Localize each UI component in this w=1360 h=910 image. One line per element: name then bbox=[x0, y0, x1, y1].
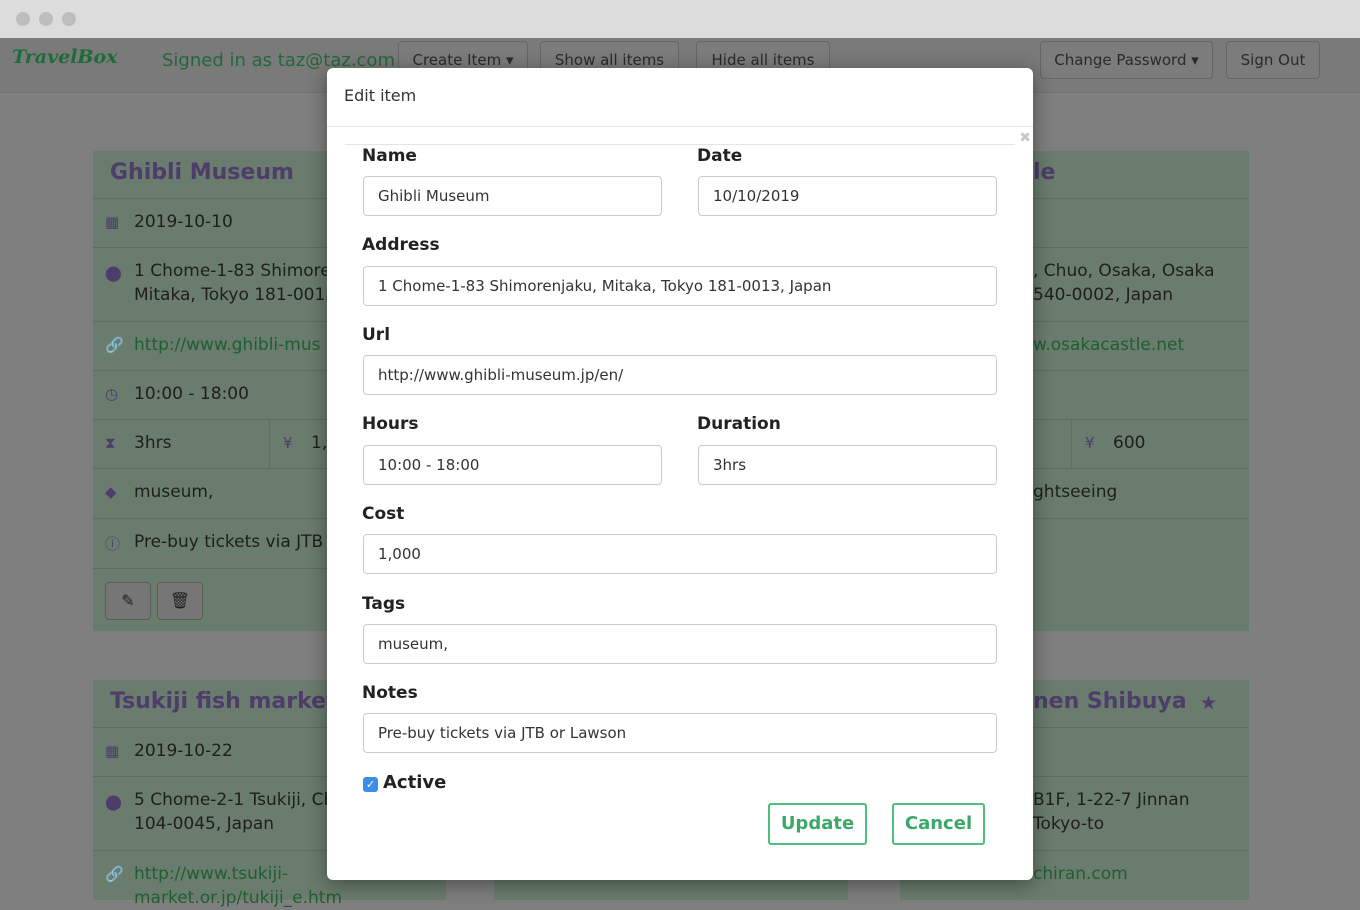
card-title: Tsukiji fish market bbox=[110, 689, 337, 714]
name-label: Name bbox=[362, 146, 417, 166]
active-label: Active bbox=[383, 772, 447, 793]
info-icon: ⓘ bbox=[105, 535, 121, 553]
card-url-link[interactable]: chiran.com bbox=[1033, 864, 1128, 884]
calendar-icon: ▦ bbox=[105, 742, 120, 760]
card-address-line: , Chuo, Osaka, Osaka bbox=[1033, 261, 1215, 281]
link-icon: 🔗 bbox=[105, 865, 124, 883]
card-tags: ghtseeing bbox=[1033, 482, 1118, 502]
card-address-line: 1 Chome-1-83 Shimoren bbox=[134, 261, 342, 281]
map-marker-icon: ⬤ bbox=[105, 264, 122, 282]
date-input[interactable] bbox=[698, 176, 997, 216]
tags-input[interactable] bbox=[363, 624, 997, 664]
change-password-button[interactable]: Change Password ▾ bbox=[1040, 41, 1213, 79]
tag-icon: ◆ bbox=[105, 483, 117, 501]
address-label: Address bbox=[362, 235, 440, 255]
calendar-icon: ▦ bbox=[105, 213, 120, 231]
card-title: le bbox=[1033, 160, 1056, 185]
url-input[interactable] bbox=[363, 355, 997, 395]
card-cost: 600 bbox=[1113, 433, 1146, 453]
card-url-link[interactable]: market.or.jp/tukiji_e.htm bbox=[134, 888, 342, 908]
date-label: Date bbox=[697, 146, 743, 166]
card-date: 2019-10-22 bbox=[134, 741, 233, 761]
card-date: 2019-10-10 bbox=[134, 212, 233, 232]
clock-icon: ◷ bbox=[105, 385, 119, 403]
window-titlebar bbox=[0, 0, 1360, 38]
duration-label: Duration bbox=[697, 414, 781, 434]
edit-item-modal: Edit item ✖ Name Date Address Url Hours … bbox=[327, 68, 1033, 880]
url-label: Url bbox=[362, 325, 391, 345]
window-minimize-button[interactable] bbox=[39, 12, 53, 26]
hours-input[interactable] bbox=[363, 445, 662, 485]
card-title: Ghibli Museum bbox=[110, 160, 294, 185]
card-address-line: 540-0002, Japan bbox=[1033, 285, 1174, 305]
hours-label: Hours bbox=[362, 414, 419, 434]
cancel-button[interactable]: Cancel bbox=[892, 803, 985, 845]
card-url-link[interactable]: http://www.ghibli-mus bbox=[134, 335, 321, 355]
map-marker-icon: ⬤ bbox=[105, 793, 122, 811]
link-icon: 🔗 bbox=[105, 336, 124, 354]
name-input[interactable] bbox=[363, 176, 662, 216]
card-address-line: 104-0045, Japan bbox=[134, 814, 275, 834]
card-address-line: Tokyo-to bbox=[1033, 814, 1105, 834]
close-icon[interactable]: ✖ bbox=[1019, 130, 1031, 146]
window-maximize-button[interactable] bbox=[62, 12, 76, 26]
update-button[interactable]: Update bbox=[768, 803, 867, 845]
sign-out-button[interactable]: Sign Out bbox=[1226, 41, 1320, 79]
card-url-link[interactable]: http://www.tsukiji- bbox=[134, 864, 288, 884]
cost-input[interactable] bbox=[363, 534, 997, 574]
card-title: nen Shibuya bbox=[1033, 689, 1187, 714]
tags-label: Tags bbox=[362, 594, 406, 614]
card-address-line: Mitaka, Tokyo 181-0013 bbox=[134, 285, 337, 305]
card-url-link[interactable]: w.osakacastle.net bbox=[1033, 335, 1184, 355]
pencil-icon: ✎ bbox=[121, 591, 135, 610]
yen-icon: ¥ bbox=[1085, 434, 1095, 452]
brand-logo[interactable]: TravelBox bbox=[12, 46, 117, 68]
address-input[interactable] bbox=[363, 266, 997, 306]
delete-button[interactable]: 🗑 bbox=[157, 582, 203, 620]
card-address-line: B1F, 1-22-7 Jinnan bbox=[1033, 790, 1190, 810]
window-close-button[interactable] bbox=[16, 12, 30, 26]
card-duration: 3hrs bbox=[134, 433, 172, 453]
edit-button[interactable]: ✎ bbox=[105, 582, 151, 620]
active-checkbox[interactable]: ✓ bbox=[363, 777, 378, 792]
notes-input[interactable] bbox=[363, 713, 997, 753]
modal-title: Edit item bbox=[344, 86, 417, 105]
cost-label: Cost bbox=[362, 504, 405, 524]
duration-input[interactable] bbox=[698, 445, 997, 485]
card-hours: 10:00 - 18:00 bbox=[134, 384, 249, 404]
card-notes: Pre-buy tickets via JTB bbox=[134, 532, 324, 552]
notes-label: Notes bbox=[362, 683, 418, 703]
hourglass-icon: ⧗ bbox=[105, 434, 116, 452]
trash-icon: 🗑 bbox=[169, 591, 191, 610]
star-icon[interactable]: ★ bbox=[1200, 692, 1217, 714]
card-address-line: 5 Chome-2-1 Tsukiji, Ch bbox=[134, 790, 335, 810]
card-tags: museum, bbox=[134, 482, 214, 502]
yen-icon: ¥ bbox=[283, 434, 293, 452]
